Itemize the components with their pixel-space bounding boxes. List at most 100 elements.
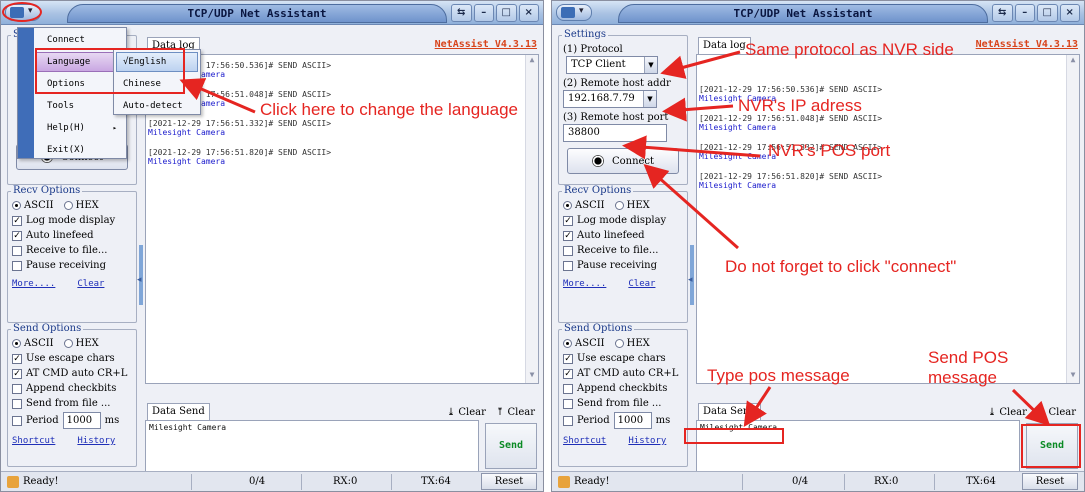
auto-linefeed-checkbox[interactable]: ✓ Auto linefeed (563, 228, 683, 243)
recv-clear-link[interactable]: Clear (628, 279, 655, 289)
send-hex-radio[interactable]: HEX (63, 338, 99, 349)
escape-chars-checkbox[interactable]: ✓ Use escape chars (563, 351, 683, 366)
recv-hex-radio[interactable]: HEX (63, 200, 99, 211)
log-entry: [2021-12-29 17:56:51.332]# SEND ASCII> Mi… (148, 119, 332, 137)
recv-options-group: Recv Options ASCII HEX ✓ Log mode display… (7, 185, 137, 323)
at-cmd-checkbox[interactable]: ✓ AT CMD auto CR+L (12, 366, 132, 381)
log-mode-checkbox[interactable]: ✓ Log mode display (12, 213, 132, 228)
log-scrollbar[interactable]: ▲ ▼ (525, 55, 538, 383)
shortcut-link[interactable]: Shortcut (12, 436, 55, 446)
collapse-arrow-icon[interactable]: ◂ (688, 275, 693, 285)
send-text-highlight-box (684, 428, 784, 444)
annotation-connect: Do not forget to click "connect" (725, 257, 957, 276)
restore-icon[interactable]: ⇆ (451, 4, 472, 22)
brand-link[interactable]: NetAssist V4.3.13 (976, 39, 1078, 50)
recv-ascii-radio[interactable]: ASCII (12, 200, 54, 211)
brand-link[interactable]: NetAssist V4.3.13 (435, 39, 537, 50)
maximize-button[interactable]: □ (496, 4, 517, 22)
more-link[interactable]: More.... (563, 279, 606, 289)
status-bar: Ready! 0/4 RX:0 TX:64 Reset (552, 471, 1084, 491)
close-button[interactable]: × (1059, 4, 1080, 22)
scroll-down-icon[interactable]: ▼ (1067, 370, 1079, 383)
recv-options-group: Recv Options ASCII HEX ✓ Log mode display… (558, 185, 688, 323)
window-title: TCP/UDP Net Assistant (618, 4, 988, 23)
recv-hex-radio[interactable]: HEX (614, 200, 650, 211)
receive-to-file-checkbox[interactable]: Receive to file... (12, 243, 132, 258)
tab-data-send[interactable]: Data Send (147, 403, 210, 420)
scroll-down-icon[interactable]: ▼ (526, 370, 538, 383)
period-checkbox[interactable] (12, 415, 22, 426)
period-input[interactable]: 1000 (613, 412, 652, 429)
collapse-arrow-icon[interactable]: ◂ (137, 275, 142, 285)
log-scrollbar[interactable]: ▲ ▼ (1066, 55, 1079, 383)
clear-recv-button[interactable]: ⤓ Clear (988, 407, 1027, 418)
log-mode-checkbox[interactable]: ✓ Log mode display (563, 213, 683, 228)
send-button[interactable]: Send (485, 423, 537, 469)
reset-button[interactable]: Reset (481, 473, 537, 490)
protocol-select[interactable]: TCP Client ▼ (566, 56, 658, 74)
splitter[interactable]: ◂ (688, 35, 695, 403)
connect-button[interactable]: Connect (567, 148, 679, 174)
annotation-send: Send POS message (928, 348, 1009, 387)
tab-data-log[interactable]: Data log (698, 37, 751, 54)
protocol-label: (1) Protocol (563, 44, 623, 55)
app-menu-button[interactable]: ▾ (556, 4, 592, 21)
maximize-button[interactable]: □ (1037, 4, 1058, 22)
period-row: Period 1000 ms (563, 411, 683, 430)
send-ascii-radio[interactable]: ASCII (563, 338, 605, 349)
clear-send-button[interactable]: ⤒ Clear (1037, 407, 1076, 418)
menu-item-help[interactable]: Help(H) ▸ (36, 118, 122, 138)
clear-send-button[interactable]: ⤒ Clear (496, 407, 535, 418)
minimize-button[interactable]: – (473, 4, 494, 22)
tab-data-send[interactable]: Data Send (698, 403, 761, 420)
host-address-combo[interactable]: 192.168.7.79 ▼ (563, 90, 657, 108)
period-input[interactable]: 1000 (62, 412, 101, 429)
auto-linefeed-checkbox[interactable]: ✓ Auto linefeed (12, 228, 132, 243)
send-from-file-checkbox[interactable]: Send from file ... (12, 396, 132, 411)
connect-label: Connect (611, 155, 655, 167)
scroll-up-icon[interactable]: ▲ (1067, 55, 1079, 68)
period-checkbox[interactable] (563, 415, 573, 426)
escape-chars-checkbox[interactable]: ✓ Use escape chars (12, 351, 132, 366)
at-cmd-checkbox[interactable]: ✓ AT CMD auto CR+L (563, 366, 683, 381)
append-checkbits-checkbox[interactable]: Append checkbits (563, 381, 683, 396)
clear-recv-button[interactable]: ⤓ Clear (447, 407, 486, 418)
more-link[interactable]: More.... (12, 279, 55, 289)
close-button[interactable]: × (518, 4, 539, 22)
log-entry: [2021-12-29 17:56:51.048]# SEND ASCII>Mi… (699, 114, 883, 132)
history-link[interactable]: History (628, 436, 666, 446)
pause-receiving-checkbox[interactable]: Pause receiving (563, 258, 683, 273)
status-counter: 0/4 (792, 476, 809, 487)
submenu-item-auto-detect[interactable]: Auto-detect (116, 96, 198, 116)
status-icon (7, 476, 19, 488)
restore-icon[interactable]: ⇆ (992, 4, 1013, 22)
annotation-language: Click here to change the language (260, 100, 519, 119)
menu-item-exit[interactable]: Exit(X) (36, 140, 122, 160)
port-input[interactable]: 38800 (563, 124, 667, 142)
pause-receiving-checkbox[interactable]: Pause receiving (12, 258, 132, 273)
append-checkbits-checkbox[interactable]: Append checkbits (12, 381, 132, 396)
recv-options-legend: Recv Options (562, 185, 634, 196)
history-link[interactable]: History (77, 436, 115, 446)
send-ascii-radio[interactable]: ASCII (12, 338, 54, 349)
reset-button[interactable]: Reset (1022, 473, 1078, 490)
minimize-button[interactable]: – (1014, 4, 1035, 22)
scroll-up-icon[interactable]: ▲ (526, 55, 538, 68)
send-hex-radio[interactable]: HEX (614, 338, 650, 349)
recv-ascii-radio[interactable]: ASCII (563, 200, 605, 211)
receive-to-file-checkbox[interactable]: Receive to file... (563, 243, 683, 258)
menu-item-connect[interactable]: Connect (36, 30, 122, 50)
send-options-legend: Send Options (11, 323, 84, 334)
send-options-group: Send Options ASCII HEX ✓ Use escape chars… (7, 323, 137, 467)
menu-side-strip (18, 28, 34, 158)
shortcut-link[interactable]: Shortcut (563, 436, 606, 446)
submenu-arrow-icon: ▸ (112, 124, 117, 132)
send-button-highlight-box (1021, 424, 1081, 468)
menu-item-tools[interactable]: Tools▸ (36, 96, 122, 116)
window-controls: ⇆ – □ × (451, 4, 539, 22)
send-from-file-checkbox[interactable]: Send from file ... (563, 396, 683, 411)
recv-clear-link[interactable]: Clear (77, 279, 104, 289)
title-bar: ▾ TCP/UDP Net Assistant ⇆ – □ × (1, 1, 543, 25)
send-textarea[interactable]: Milesight Camera (145, 420, 479, 472)
annotation-ip: NVR's IP adress (738, 96, 862, 115)
